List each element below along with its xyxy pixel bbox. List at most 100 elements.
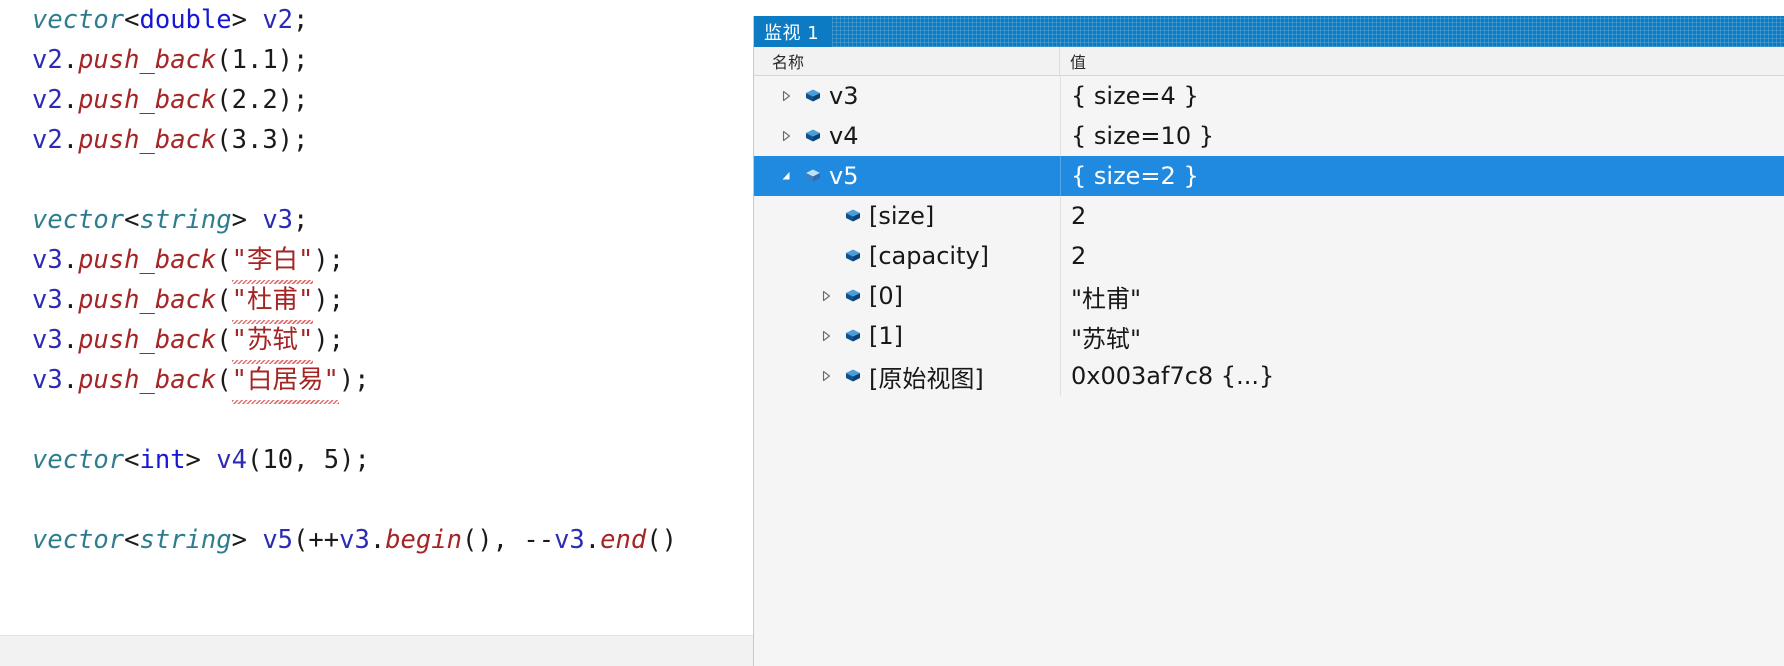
code-text[interactable]: vector<double> v2; v2.push_back(1.1); v2.p… bbox=[0, 0, 677, 560]
watch-row[interactable]: [0] "杜甫" bbox=[754, 276, 1784, 316]
watch-row-value-cell[interactable]: "苏轼" bbox=[1060, 316, 1784, 356]
code-line: v3.push_back("苏轼"); bbox=[0, 320, 677, 364]
watch-row-name-cell[interactable]: [size] bbox=[754, 196, 1060, 236]
code-token-var: v3 bbox=[32, 245, 63, 275]
watch-row[interactable]: v4 { size=10 } bbox=[754, 116, 1784, 156]
code-editor-pane[interactable]: vector<double> v2; v2.push_back(1.1); v2.p… bbox=[0, 0, 753, 666]
watch-row[interactable]: [1] "苏轼" bbox=[754, 316, 1784, 356]
object-cube-icon bbox=[804, 167, 822, 185]
code-token-punct: < bbox=[124, 205, 140, 235]
watch-row-value-cell[interactable]: { size=10 } bbox=[1060, 116, 1784, 156]
code-token-punct: ; bbox=[293, 5, 309, 35]
code-token-fn: begin bbox=[385, 525, 462, 555]
chevron-right-icon[interactable] bbox=[816, 356, 836, 396]
code-token-var: v5 bbox=[262, 525, 294, 555]
code-token-kw: double bbox=[139, 5, 232, 35]
chevron-right-icon[interactable] bbox=[816, 316, 836, 356]
watch-row-value-cell[interactable]: { size=4 } bbox=[1060, 76, 1784, 116]
column-header-value[interactable]: 值 bbox=[1060, 47, 1784, 75]
watch-row[interactable]: [capacity] 2 bbox=[754, 236, 1784, 276]
watch-row[interactable]: v3 { size=4 } bbox=[754, 76, 1784, 116]
watch-rows-container[interactable]: v3 { size=4 } v4 { size=10 } v5 { size=2 } [si… bbox=[754, 76, 1784, 396]
code-line: v3.push_back("李白"); bbox=[0, 240, 677, 284]
object-cube-icon bbox=[804, 87, 822, 105]
code-token-punct: > bbox=[231, 525, 263, 555]
watch-row-value-cell[interactable]: 2 bbox=[1060, 236, 1784, 276]
code-token-type: vector bbox=[32, 525, 125, 555]
code-token-punct: ( bbox=[216, 125, 232, 155]
watch-row-name-cell[interactable]: v3 bbox=[754, 76, 1060, 116]
watch-row-name-cell[interactable]: [capacity] bbox=[754, 236, 1060, 276]
code-token-fn: push_back bbox=[78, 285, 217, 315]
object-cube-icon bbox=[844, 327, 862, 345]
code-token-punct: . bbox=[62, 325, 79, 355]
code-line: v3.push_back("白居易"); bbox=[0, 360, 677, 404]
watch-row-name-cell[interactable]: v5 bbox=[754, 156, 1060, 196]
watch-row[interactable]: [size] 2 bbox=[754, 196, 1784, 236]
code-line: vector<string> v5(++v3.begin(), --v3.end… bbox=[0, 520, 677, 560]
watch-row-name-label: [size] bbox=[869, 202, 935, 230]
watch-row-name-label: v5 bbox=[829, 162, 859, 190]
code-token-str: "苏轼" bbox=[231, 320, 313, 364]
object-cube-icon bbox=[844, 367, 862, 385]
code-token-punct: ( bbox=[246, 445, 263, 475]
watch-row-name-label: [原始视图] bbox=[869, 364, 984, 393]
chevron-down-icon[interactable] bbox=[776, 156, 796, 196]
code-line: vector<int> v4(10, 5); bbox=[0, 440, 677, 480]
watch-row-value-cell[interactable]: 0x003af7c8 {...} bbox=[1060, 356, 1784, 396]
watch-row-value-cell[interactable]: "杜甫" bbox=[1060, 276, 1784, 316]
watch-row-name-cell[interactable]: v4 bbox=[754, 116, 1060, 156]
watch-window-titlebar[interactable]: 监视 1 bbox=[754, 16, 1784, 47]
watch-row-value-label: 2 bbox=[1071, 202, 1087, 230]
watch-row-name-label: v4 bbox=[829, 122, 859, 150]
code-token-punct: > bbox=[185, 445, 217, 475]
watch-row-value-label: "苏轼" bbox=[1071, 324, 1142, 353]
code-token-punct: ( bbox=[216, 285, 232, 315]
code-token-fn: end bbox=[600, 525, 647, 555]
watch-row-value-cell[interactable]: 2 bbox=[1060, 196, 1784, 236]
code-token-type: string bbox=[139, 525, 232, 555]
code-token-type: vector bbox=[32, 445, 125, 475]
code-token-str: "李白" bbox=[231, 240, 313, 284]
watch-row-name-label: v3 bbox=[829, 82, 859, 110]
object-cube-icon bbox=[844, 247, 862, 265]
watch-row-value-cell[interactable]: { size=2 } bbox=[1060, 156, 1784, 196]
chevron-right-icon[interactable] bbox=[776, 76, 796, 116]
expander-placeholder bbox=[816, 236, 836, 276]
code-token-num: 2.2 bbox=[231, 85, 278, 115]
code-token-punct: > bbox=[231, 5, 263, 35]
code-token-num: 5 bbox=[323, 445, 340, 475]
code-token-punct: > bbox=[231, 205, 263, 235]
code-token-num: 10 bbox=[262, 445, 294, 475]
watch-row-value-label: { size=4 } bbox=[1071, 82, 1199, 110]
code-token-punct: ; bbox=[293, 205, 309, 235]
watch-window-title: 监视 1 bbox=[764, 22, 820, 44]
code-line: v3.push_back("杜甫"); bbox=[0, 280, 677, 324]
column-header-name[interactable]: 名称 bbox=[754, 47, 1060, 75]
code-token-punct: ); bbox=[313, 325, 345, 355]
watch-row-name-cell[interactable]: [原始视图] bbox=[754, 356, 1060, 396]
watch-row-value-label: { size=2 } bbox=[1071, 162, 1199, 190]
watch-row[interactable]: v5 { size=2 } bbox=[754, 156, 1784, 196]
chevron-right-icon[interactable] bbox=[776, 116, 796, 156]
code-token-var: v3 bbox=[339, 525, 370, 555]
watch-row-name-cell[interactable]: [1] bbox=[754, 316, 1060, 356]
code-token-punct: . bbox=[584, 525, 601, 555]
watch-window[interactable]: 监视 1 名称 值 v3 { size=4 } v4 { size=10 } v5 { s… bbox=[753, 16, 1784, 666]
watch-row-name-cell[interactable]: [0] bbox=[754, 276, 1060, 316]
code-token-var: v4 bbox=[216, 445, 247, 475]
code-token-var: v3 bbox=[554, 525, 585, 555]
watch-row-name-label: [0] bbox=[869, 282, 903, 310]
code-token-str: "白居易" bbox=[231, 360, 340, 404]
expander-placeholder bbox=[816, 196, 836, 236]
chevron-right-icon[interactable] bbox=[816, 276, 836, 316]
code-token-punct: ( bbox=[216, 365, 232, 395]
code-token-num: 3.3 bbox=[231, 125, 278, 155]
watch-row-value-label: { size=10 } bbox=[1071, 122, 1214, 150]
code-line: v2.push_back(1.1); bbox=[0, 40, 677, 80]
watch-row[interactable]: [原始视图] 0x003af7c8 {...} bbox=[754, 356, 1784, 396]
code-token-punct: < bbox=[124, 525, 140, 555]
code-token-fn: push_back bbox=[78, 45, 217, 75]
code-token-type: string bbox=[139, 205, 232, 235]
code-token-kw: int bbox=[139, 445, 186, 475]
